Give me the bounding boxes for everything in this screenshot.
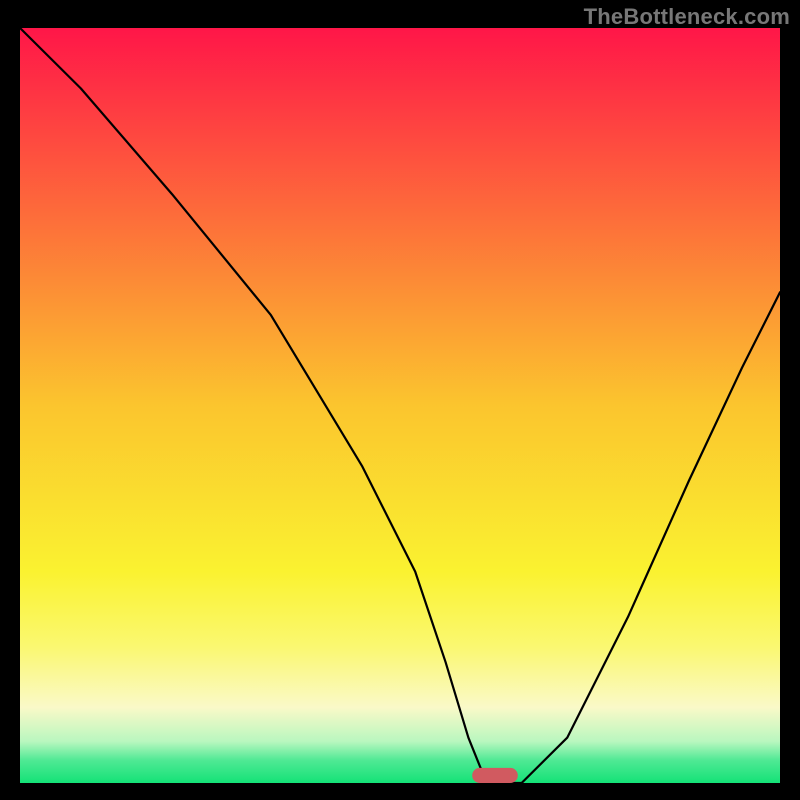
- bottleneck-chart: [20, 28, 780, 783]
- plot-area: [20, 28, 780, 783]
- watermark-text: TheBottleneck.com: [584, 4, 790, 30]
- chart-container: TheBottleneck.com: [0, 0, 800, 800]
- gradient-background: [20, 28, 780, 783]
- optimal-marker: [472, 768, 518, 783]
